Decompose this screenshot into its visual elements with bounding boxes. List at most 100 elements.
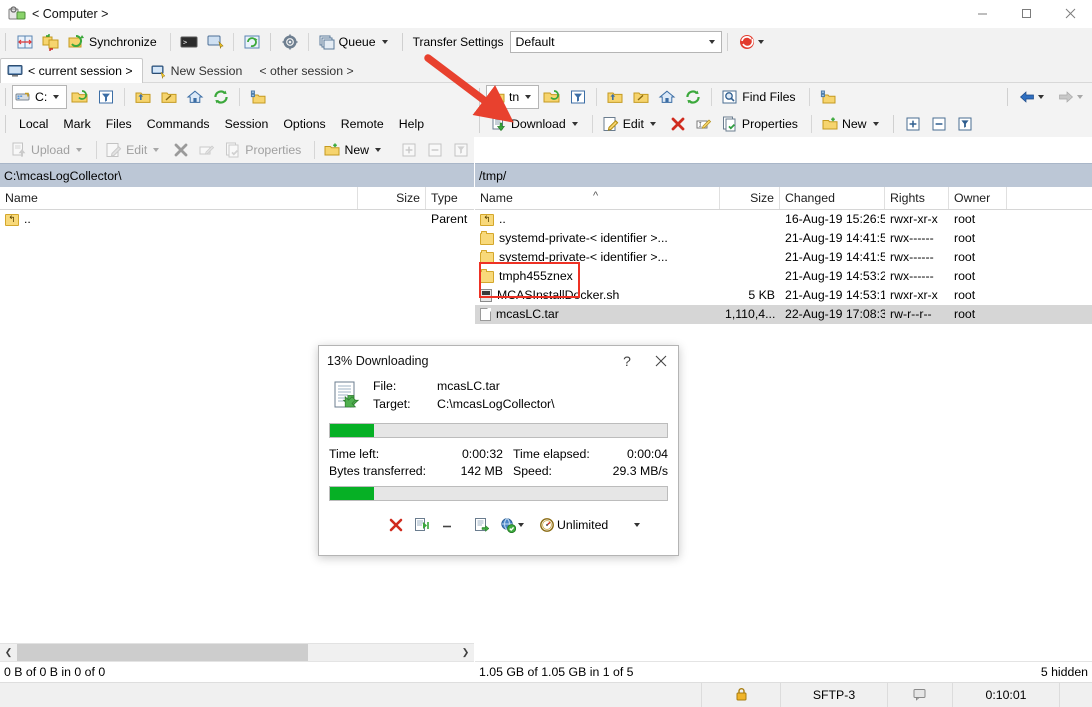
local-new-caret[interactable]	[375, 148, 381, 152]
local-select-gripper[interactable]	[393, 141, 394, 159]
disconnect-dropdown-caret[interactable]	[518, 523, 524, 527]
menu-item-mark[interactable]: Mark	[56, 111, 98, 137]
local-select-add-button[interactable]	[396, 137, 422, 163]
table-row[interactable]: ↰ .. Parent	[0, 210, 474, 229]
local-properties-button[interactable]: Properties	[220, 137, 309, 163]
synchronize-browsing-button[interactable]	[38, 29, 64, 55]
synchronize-button[interactable]: Synchronize	[64, 29, 165, 55]
menu-item-remote[interactable]: Remote	[334, 111, 392, 137]
download-progress-dialog[interactable]: 13% Downloading ?	[318, 345, 679, 556]
preferences-button[interactable]	[277, 29, 303, 55]
transfer-mode-button[interactable]	[734, 29, 773, 55]
remote-select-add-button[interactable]	[900, 111, 926, 137]
status-protocol[interactable]: SFTP-3	[780, 683, 887, 707]
local-scroll-thumb[interactable]	[17, 644, 308, 661]
queue-dropdown-caret[interactable]	[382, 40, 388, 44]
disconnect-on-complete-button[interactable]	[495, 513, 534, 537]
cancel-transfer-button[interactable]	[383, 513, 409, 537]
dialog-close-button[interactable]	[644, 346, 678, 375]
queue-button[interactable]: Queue	[314, 29, 397, 55]
local-select-remove-button[interactable]	[422, 137, 448, 163]
close-button[interactable]	[1048, 0, 1092, 27]
remote-new-button[interactable]: New	[817, 111, 888, 137]
remote-delete-button[interactable]	[665, 111, 691, 137]
table-row[interactable]: ↰ .. 16-Aug-19 15:26:53 rwxr-xr-x root	[475, 210, 1092, 229]
skip-file-button[interactable]	[409, 513, 435, 537]
remote-rename-button[interactable]: I	[691, 111, 717, 137]
transfer-settings-combo[interactable]: Default	[510, 31, 722, 53]
local-col-name[interactable]: Name	[0, 187, 358, 209]
local-open-directory-button[interactable]	[67, 84, 93, 110]
local-rename-button[interactable]	[194, 137, 220, 163]
transfer-mode-caret[interactable]	[758, 40, 764, 44]
local-delete-button[interactable]	[168, 137, 194, 163]
remote-filter-button[interactable]	[565, 84, 591, 110]
remote-properties-button[interactable]: Properties	[717, 111, 806, 137]
remote-col-owner[interactable]: Owner	[949, 187, 1007, 209]
remote-dir-combo[interactable]: tn	[486, 85, 539, 109]
upload-dropdown-caret[interactable]	[76, 148, 82, 152]
minimize-button[interactable]	[960, 0, 1004, 27]
local-new-button[interactable]: New	[319, 137, 390, 163]
tab-other-session[interactable]: < other session >	[252, 58, 363, 83]
remote-col-changed[interactable]: Changed	[780, 187, 885, 209]
table-row[interactable]: tmph455znex 21-Aug-19 14:53:23 rwx------…	[475, 267, 1092, 286]
local-filter-button[interactable]	[93, 84, 119, 110]
toolbar-gripper-3[interactable]	[400, 33, 407, 51]
console-button[interactable]: >	[176, 29, 202, 55]
table-row[interactable]: MCASInstallDocker.sh 5 KB 21-Aug-19 14:5…	[475, 286, 1092, 305]
local-parent-directory-button[interactable]	[130, 84, 156, 110]
dialog-help-button[interactable]: ?	[610, 346, 644, 375]
download-dropdown-caret[interactable]	[572, 122, 578, 126]
remote-select-remove-button[interactable]	[926, 111, 952, 137]
menu-item-help[interactable]: Help	[392, 111, 432, 137]
queue-settings-button[interactable]	[469, 513, 495, 537]
speed-limit-button[interactable]: Unlimited	[534, 513, 613, 537]
tab-new-session[interactable]: New Session	[143, 58, 253, 83]
local-actions-gripper[interactable]	[3, 141, 4, 159]
transfer-settings-caret[interactable]	[704, 33, 721, 51]
remote-home-directory-button[interactable]	[654, 84, 680, 110]
table-row[interactable]: systemd-private-< identifier >... 21-Aug…	[475, 229, 1092, 248]
local-horizontal-scrollbar[interactable]: ❮ ❯	[0, 643, 474, 661]
remote-nav-gripper[interactable]	[477, 88, 484, 106]
local-refresh-button[interactable]	[208, 84, 234, 110]
back-button[interactable]	[1014, 84, 1053, 110]
back-dropdown-caret[interactable]	[1038, 95, 1044, 99]
local-root-directory-button[interactable]	[156, 84, 182, 110]
toolbar-gripper[interactable]	[3, 33, 10, 51]
compare-directories-button[interactable]	[12, 29, 38, 55]
status-encryption[interactable]	[701, 683, 780, 707]
tab-current-session[interactable]: < current session >	[0, 58, 143, 83]
remote-col-name[interactable]: Name ^	[475, 187, 720, 209]
local-bookmark-button[interactable]	[245, 84, 271, 110]
remote-parent-directory-button[interactable]	[602, 84, 628, 110]
remote-root-directory-button[interactable]	[628, 84, 654, 110]
remote-col-rights[interactable]: Rights	[885, 187, 949, 209]
remote-new-caret[interactable]	[873, 122, 879, 126]
local-edit-caret[interactable]	[153, 148, 159, 152]
local-select-filter-button[interactable]	[448, 137, 474, 163]
download-button[interactable]: Download	[486, 111, 587, 137]
table-row[interactable]: systemd-private-< identifier >... 21-Aug…	[475, 248, 1092, 267]
local-drive-caret[interactable]	[53, 95, 59, 99]
remote-col-size[interactable]: Size	[720, 187, 780, 209]
open-terminal-button[interactable]	[202, 29, 228, 55]
maximize-button[interactable]	[1004, 0, 1048, 27]
menu-item-session[interactable]: Session	[218, 111, 277, 137]
local-home-directory-button[interactable]	[182, 84, 208, 110]
toolbar-gripper-4[interactable]	[725, 33, 732, 51]
local-col-type[interactable]: Type	[426, 187, 473, 209]
upload-button[interactable]: Upload	[6, 137, 91, 163]
table-row-selected[interactable]: mcasLC.tar 1,110,4... 22-Aug-19 17:08:37…	[475, 305, 1092, 324]
resize-grip[interactable]	[1059, 683, 1092, 707]
local-scroll-track[interactable]	[17, 644, 457, 661]
local-path-bar[interactable]: C:\mcasLogCollector\	[0, 163, 474, 187]
local-col-size[interactable]: Size	[358, 187, 426, 209]
forward-dropdown-caret[interactable]	[1077, 95, 1083, 99]
status-notes[interactable]	[887, 683, 952, 707]
forward-button[interactable]	[1053, 84, 1092, 110]
menu-item-files[interactable]: Files	[99, 111, 140, 137]
remote-edit-caret[interactable]	[650, 122, 656, 126]
remote-select-gripper[interactable]	[891, 115, 898, 133]
